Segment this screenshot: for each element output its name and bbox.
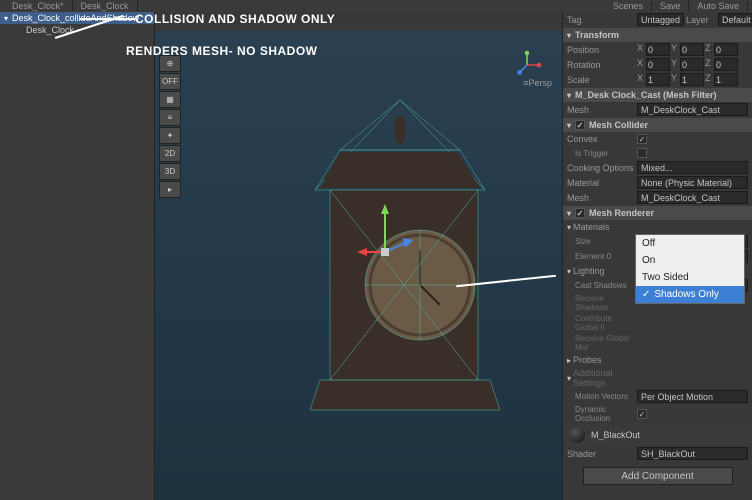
tool-btn-1[interactable]: OFF (159, 73, 181, 90)
hierarchy-panel: ▾Desk_Clock_collideAndShadow Desk_Clock (0, 12, 155, 500)
scene-view[interactable]: ◐ 2D ☀ 🔊 ☁ ▾ ⊕ OFF ▦ ≡ ✦ 2D 3D ▸ (155, 12, 562, 500)
tool-btn-5[interactable]: 2D (159, 145, 181, 162)
scl-x[interactable] (646, 73, 670, 86)
add-component-button[interactable]: Add Component (583, 467, 733, 485)
mesh-filter-mesh[interactable]: M_DeskClock_Cast (637, 103, 748, 116)
collider-mesh[interactable]: M_DeskClock_Cast (637, 191, 748, 204)
top-tab-bar: Desk_Clock* Desk_Clock Scenes Save Auto … (0, 0, 752, 12)
tag-dropdown[interactable]: Untagged (637, 13, 684, 26)
motion-vectors-dropdown[interactable]: Per Object Motion (637, 390, 748, 403)
orientation-gizmo-icon[interactable] (512, 50, 542, 80)
rot-z[interactable] (714, 58, 738, 71)
dropdown-option-two-sided[interactable]: Two Sided (636, 269, 744, 286)
rot-x[interactable] (646, 58, 670, 71)
viewport-3d[interactable]: ⊕ OFF ▦ ≡ ✦ 2D 3D ▸ ≡Persp (155, 30, 562, 500)
mesh-renderer-header[interactable]: ▾Mesh Renderer (563, 206, 752, 220)
hierarchy-item-desk-clock[interactable]: Desk_Clock (0, 24, 154, 36)
persp-label[interactable]: ≡Persp (523, 78, 552, 88)
inspector-panel: Tag Untagged Layer Default ▾Transform Po… (562, 12, 752, 500)
material-sphere-icon (569, 427, 585, 443)
pos-z[interactable] (714, 43, 738, 56)
dropdown-option-off[interactable]: Off (636, 235, 744, 252)
clock-mesh-preview (285, 90, 515, 430)
mesh-renderer-enabled[interactable] (575, 208, 585, 218)
tool-btn-0[interactable]: ⊕ (159, 55, 181, 72)
material-preview[interactable]: M_BlackOut (563, 424, 752, 446)
trigger-checkbox[interactable] (637, 148, 647, 158)
scl-y[interactable] (680, 73, 704, 86)
cast-shadows-menu: Off On Two Sided ✓Shadows Only (635, 234, 745, 304)
pos-y[interactable] (680, 43, 704, 56)
cooking-dropdown[interactable]: Mixed... (637, 161, 748, 174)
mesh-collider-header[interactable]: ▾Mesh Collider (563, 118, 752, 132)
tool-btn-2[interactable]: ▦ (159, 91, 181, 108)
tool-btn-4[interactable]: ✦ (159, 127, 181, 144)
prefab-breadcrumb (155, 12, 562, 30)
autosave-toggle[interactable]: Auto Save (689, 1, 748, 11)
hierarchy-item-collide-shadow[interactable]: ▾Desk_Clock_collideAndShadow (0, 12, 154, 24)
mesh-filter-header[interactable]: ▾M_Desk Clock_Cast (Mesh Filter) (563, 88, 752, 102)
dynamic-occ-checkbox[interactable] (637, 409, 647, 419)
layer-dropdown[interactable]: Default (718, 13, 752, 26)
mesh-collider-enabled[interactable] (575, 120, 585, 130)
rot-y[interactable] (680, 58, 704, 71)
tab-desk-clock-prefab[interactable]: Desk_Clock* (4, 1, 73, 11)
dropdown-option-on[interactable]: On (636, 252, 744, 269)
tool-btn-3[interactable]: ≡ (159, 109, 181, 126)
pos-x[interactable] (646, 43, 670, 56)
tool-btn-6[interactable]: 3D (159, 163, 181, 180)
tag-label: Tag (567, 15, 635, 25)
transform-header[interactable]: ▾Transform (563, 28, 752, 42)
save-btn[interactable]: Save (652, 1, 690, 11)
scl-z[interactable] (714, 73, 738, 86)
layer-label: Layer (686, 15, 716, 25)
tool-btn-7[interactable]: ▸ (159, 181, 181, 198)
shader-dropdown[interactable]: SH_BlackOut (637, 447, 748, 460)
scenes-btn[interactable]: Scenes (605, 1, 652, 11)
dropdown-option-shadows-only[interactable]: ✓Shadows Only (636, 286, 744, 303)
convex-checkbox[interactable] (637, 134, 647, 144)
scene-tools: ⊕ OFF ▦ ≡ ✦ 2D 3D ▸ (159, 55, 183, 198)
physic-material[interactable]: None (Physic Material) (637, 176, 748, 189)
tab-desk-clock[interactable]: Desk_Clock (73, 1, 138, 11)
